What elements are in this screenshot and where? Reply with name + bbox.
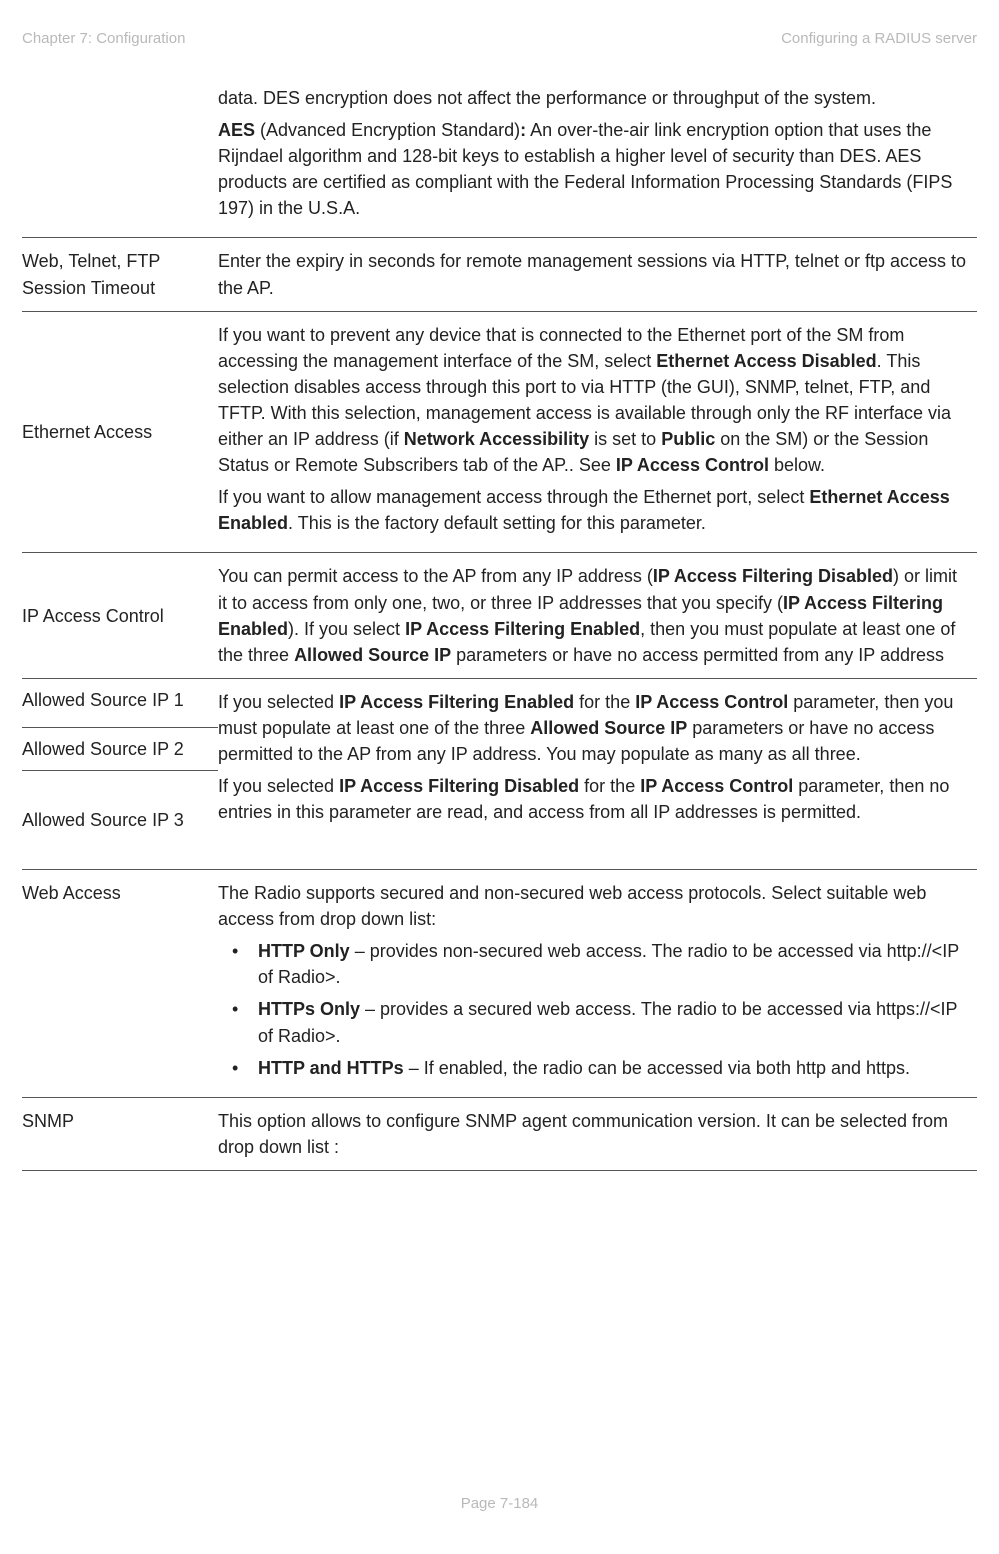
list-item: HTTP and HTTPs – If enabled, the radio c…: [218, 1055, 969, 1081]
header-right: Configuring a RADIUS server: [781, 30, 977, 47]
text: . This is the factory default setting fo…: [288, 513, 706, 533]
row-desc: The Radio supports secured and non-secur…: [218, 870, 977, 1098]
row-label: Allowed Source IP 2: [22, 727, 218, 771]
text: is set to: [589, 429, 661, 449]
text: ). If you select: [288, 619, 405, 639]
table-row: Ethernet Access If you want to prevent a…: [22, 311, 977, 553]
row-label: Web Access: [22, 870, 218, 1098]
bold: IP Access Filtering Disabled: [339, 776, 579, 796]
row-label: Allowed Source IP 3: [22, 771, 218, 869]
text: If you selected: [218, 692, 339, 712]
bold: IP Access Control: [640, 776, 793, 796]
text: for the: [574, 692, 635, 712]
list-item: HTTPs Only – provides a secured web acce…: [218, 996, 969, 1048]
row-desc: Enter the expiry in seconds for remote m…: [218, 238, 977, 311]
bold: Ethernet Access Disabled: [656, 351, 876, 371]
attributes-table: data. DES encryption does not affect the…: [22, 75, 977, 1171]
paragraph: AES (Advanced Encryption Standard): An o…: [218, 117, 969, 221]
row-desc: If you want to prevent any device that i…: [218, 311, 977, 553]
page-footer: Page 7-184: [0, 1495, 999, 1512]
header-left: Chapter 7: Configuration: [22, 30, 185, 47]
bold: HTTP and HTTPs: [258, 1058, 404, 1078]
row-label: Allowed Source IP 1: [22, 679, 218, 721]
bold: HTTPs Only: [258, 999, 360, 1019]
text: for the: [579, 776, 640, 796]
bullet-list: HTTP Only – provides non-secured web acc…: [218, 938, 969, 1080]
list-item: HTTP Only – provides non-secured web acc…: [218, 938, 969, 990]
row-label: SNMP: [22, 1097, 218, 1170]
table-row: Allowed Source IP 1 Allowed Source IP 2 …: [22, 678, 977, 869]
table-row: Web, Telnet, FTP Session Timeout Enter t…: [22, 238, 977, 311]
table-row: IP Access Control You can permit access …: [22, 553, 977, 678]
row-desc: data. DES encryption does not affect the…: [218, 75, 977, 238]
text: If you want to allow management access t…: [218, 487, 809, 507]
text: below.: [769, 455, 825, 475]
text: (Advanced Encryption Standard): [255, 120, 520, 140]
row-desc: If you selected IP Access Filtering Enab…: [218, 678, 977, 869]
row-label: Ethernet Access: [22, 311, 218, 553]
paragraph: If you selected IP Access Filtering Enab…: [218, 689, 969, 767]
bold: IP Access Filtering Disabled: [653, 566, 893, 586]
bold: AES: [218, 120, 255, 140]
row-label: Web, Telnet, FTP Session Timeout: [22, 238, 218, 311]
row-label: IP Access Control: [22, 553, 218, 678]
paragraph: If you want to prevent any device that i…: [218, 322, 969, 479]
table-row: Web Access The Radio supports secured an…: [22, 870, 977, 1098]
text: You can permit access to the AP from any…: [218, 566, 653, 586]
bold: Network Accessibility: [404, 429, 589, 449]
page-header: Chapter 7: Configuration Configuring a R…: [22, 30, 977, 47]
bold: IP Access Control: [616, 455, 769, 475]
paragraph: data. DES encryption does not affect the…: [218, 85, 969, 111]
bold: HTTP Only: [258, 941, 350, 961]
text: – provides a secured web access. The rad…: [258, 999, 957, 1045]
bold: IP Access Filtering Enabled: [405, 619, 640, 639]
text: – If enabled, the radio can be accessed …: [404, 1058, 910, 1078]
row-label-empty: [22, 75, 218, 238]
paragraph: The Radio supports secured and non-secur…: [218, 880, 969, 932]
paragraph: If you selected IP Access Filtering Disa…: [218, 773, 969, 825]
bold: IP Access Filtering Enabled: [339, 692, 574, 712]
text: parameters or have no access permitted f…: [451, 645, 944, 665]
table-row: SNMP This option allows to configure SNM…: [22, 1097, 977, 1170]
text: If you selected: [218, 776, 339, 796]
text: – provides non-secured web access. The r…: [258, 941, 959, 987]
bold: Public: [661, 429, 715, 449]
table-row: data. DES encryption does not affect the…: [22, 75, 977, 238]
bold: Allowed Source IP: [294, 645, 451, 665]
paragraph: If you want to allow management access t…: [218, 484, 969, 536]
row-label-group: Allowed Source IP 1 Allowed Source IP 2 …: [22, 678, 218, 869]
row-desc: You can permit access to the AP from any…: [218, 553, 977, 678]
bold: IP Access Control: [635, 692, 788, 712]
row-desc: This option allows to configure SNMP age…: [218, 1097, 977, 1170]
bold: Allowed Source IP: [530, 718, 687, 738]
page: Chapter 7: Configuration Configuring a R…: [0, 0, 999, 1554]
